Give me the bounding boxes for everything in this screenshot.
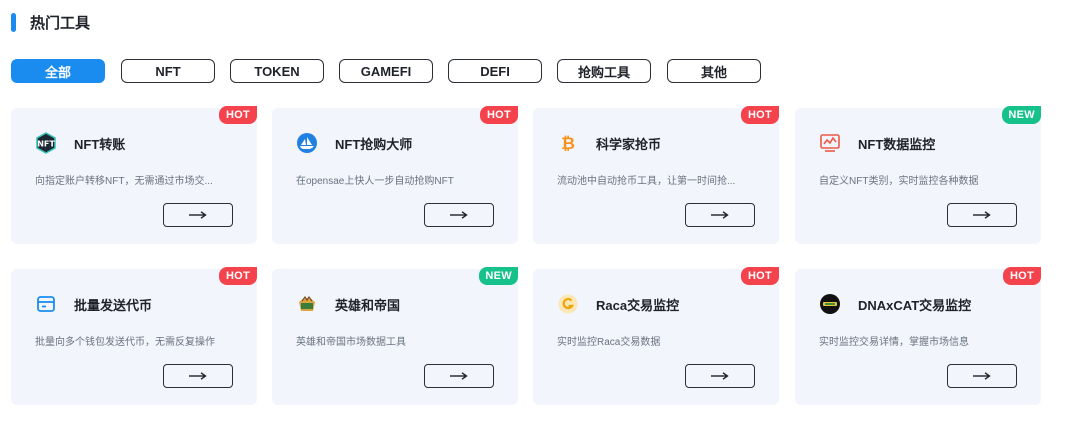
filter-tab-defi[interactable]: DEFI	[448, 59, 542, 83]
card-title: 英雄和帝国	[335, 298, 401, 313]
card-description: 自定义NFT类别，实时监控各种数据	[819, 176, 979, 187]
nft-logo-icon: NFT	[35, 132, 57, 154]
section-header: 热门工具	[11, 10, 90, 34]
filter-tab-other[interactable]: 其他	[667, 59, 761, 83]
tool-card-nft-purchase-master[interactable]: HOT NFT抢购大师 在opensae上快人一步自动抢购NFT	[272, 106, 518, 244]
hot-badge: HOT	[741, 267, 779, 285]
open-tool-button[interactable]	[163, 203, 233, 227]
card-description: 实时监控Raca交易数据	[557, 337, 661, 348]
arrow-right-icon	[189, 211, 207, 219]
hot-badge: HOT	[480, 106, 518, 124]
open-tool-button[interactable]	[685, 203, 755, 227]
new-badge: NEW	[479, 267, 518, 285]
open-tool-button[interactable]	[685, 364, 755, 388]
card-description: 向指定账户转移NFT，无需通过市场交...	[35, 176, 213, 187]
arrow-right-icon	[189, 372, 207, 380]
arrow-right-icon	[711, 211, 729, 219]
tool-card-batch-send-token[interactable]: HOT 批量发送代币 批量向多个钱包发送代币，无需反复操作	[11, 267, 257, 405]
open-tool-button[interactable]	[424, 364, 494, 388]
monitor-chart-icon	[819, 132, 841, 154]
card-title: NFT转账	[74, 137, 126, 152]
accent-bar	[11, 12, 16, 32]
card-title: NFT数据监控	[858, 137, 936, 152]
arrow-right-icon	[450, 372, 468, 380]
raca-coin-icon	[557, 293, 579, 315]
hot-badge: HOT	[219, 106, 257, 124]
svg-text:NFT: NFT	[37, 140, 55, 149]
tool-card-raca-trade-monitor[interactable]: HOT Raca交易监控 实时监控Raca交易数据	[533, 267, 779, 405]
svg-text:₿: ₿	[561, 134, 575, 154]
tool-card-heroes-and-empires[interactable]: NEW 英雄和帝国 英雄和帝国市场数据工具	[272, 267, 518, 405]
filter-tab-token[interactable]: TOKEN	[230, 59, 324, 83]
arrow-right-icon	[973, 372, 991, 380]
filter-tab-purchase-tools[interactable]: 抢购工具	[557, 59, 651, 83]
card-title: DNAxCAT交易监控	[858, 298, 972, 313]
card-description: 在opensae上快人一步自动抢购NFT	[296, 176, 454, 187]
arrow-right-icon	[711, 372, 729, 380]
opensea-icon	[296, 132, 318, 154]
card-description: 英雄和帝国市场数据工具	[296, 337, 406, 348]
card-title: NFT抢购大师	[335, 137, 413, 152]
filter-tab-nft[interactable]: NFT	[121, 59, 215, 83]
section-title: 热门工具	[30, 14, 91, 32]
hot-badge: HOT	[219, 267, 257, 285]
open-tool-button[interactable]	[947, 364, 1017, 388]
tool-card-dnaxcat-trade-monitor[interactable]: HOT DNAxCAT交易监控 实时监控交易详情，掌握市场信息	[795, 267, 1041, 405]
open-tool-button[interactable]	[947, 203, 1017, 227]
card-title: Raca交易监控	[596, 298, 680, 313]
card-description: 批量向多个钱包发送代币，无需反复操作	[35, 337, 215, 348]
tool-card-nft-transfer[interactable]: HOT NFT NFT转账 向指定账户转移NFT，无需通过市场交...	[11, 106, 257, 244]
hot-badge: HOT	[741, 106, 779, 124]
heroes-empires-icon	[296, 293, 318, 315]
arrow-right-icon	[973, 211, 991, 219]
arrow-right-icon	[450, 211, 468, 219]
tool-card-nft-data-monitor[interactable]: NEW NFT数据监控 自定义NFT类别，实时监控各种数据	[795, 106, 1041, 244]
filter-tab-all[interactable]: 全部	[11, 59, 105, 83]
card-description: 实时监控交易详情，掌握市场信息	[819, 337, 969, 348]
hot-badge: HOT	[1003, 267, 1041, 285]
open-tool-button[interactable]	[163, 364, 233, 388]
tool-card-scientist-coin-grab[interactable]: HOT ₿ 科学家抢币 流动池中自动抢币工具，让第一时间抢...	[533, 106, 779, 244]
wallet-card-icon	[35, 293, 57, 315]
card-title: 科学家抢币	[596, 137, 662, 152]
bitcoin-icon: ₿	[557, 132, 579, 154]
card-description: 流动池中自动抢币工具，让第一时间抢...	[557, 176, 736, 187]
filter-tab-gamefi[interactable]: GAMEFI	[339, 59, 433, 83]
new-badge: NEW	[1002, 106, 1041, 124]
open-tool-button[interactable]	[424, 203, 494, 227]
dnaxcat-icon	[819, 293, 841, 315]
card-title: 批量发送代币	[74, 298, 153, 313]
